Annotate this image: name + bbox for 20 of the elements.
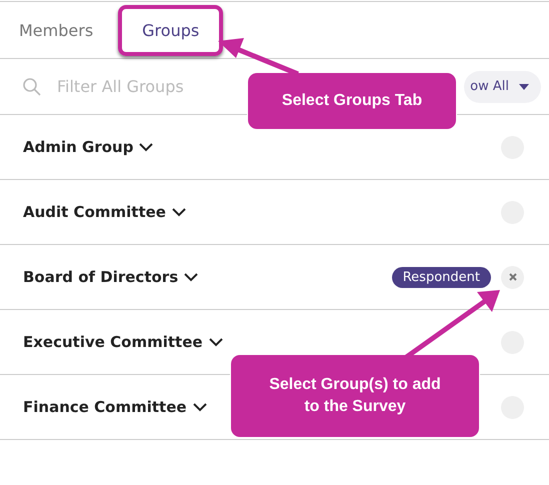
tab[interactable]: Groups: [118, 4, 224, 56]
group-name[interactable]: Finance Committee: [23, 398, 207, 416]
chevron-down-icon: [184, 272, 198, 282]
group-name[interactable]: Audit Committee: [23, 203, 186, 221]
search-icon: [23, 78, 41, 96]
chevron-down-icon: [192, 402, 207, 412]
caret-icon: [519, 84, 529, 90]
show-all-dropdown[interactable]: ow All: [464, 70, 541, 102]
close-icon: [508, 273, 516, 281]
group-name[interactable]: Board of Directors: [23, 268, 198, 286]
chevron-down-icon: [172, 208, 186, 216]
annotation-callout: Select Group(s) to add to the Survey: [231, 355, 479, 437]
group-name[interactable]: Admin Group: [23, 138, 154, 156]
remove-button[interactable]: [501, 266, 524, 288]
annotation-callout: Select Groups Tab: [248, 73, 456, 129]
role-badge: Respondent: [392, 266, 491, 288]
chevron-down-icon: [208, 338, 223, 346]
chevron-down-icon: [139, 142, 154, 152]
tab[interactable]: Members: [8, 10, 104, 50]
group-name[interactable]: Executive Committee: [23, 333, 223, 351]
